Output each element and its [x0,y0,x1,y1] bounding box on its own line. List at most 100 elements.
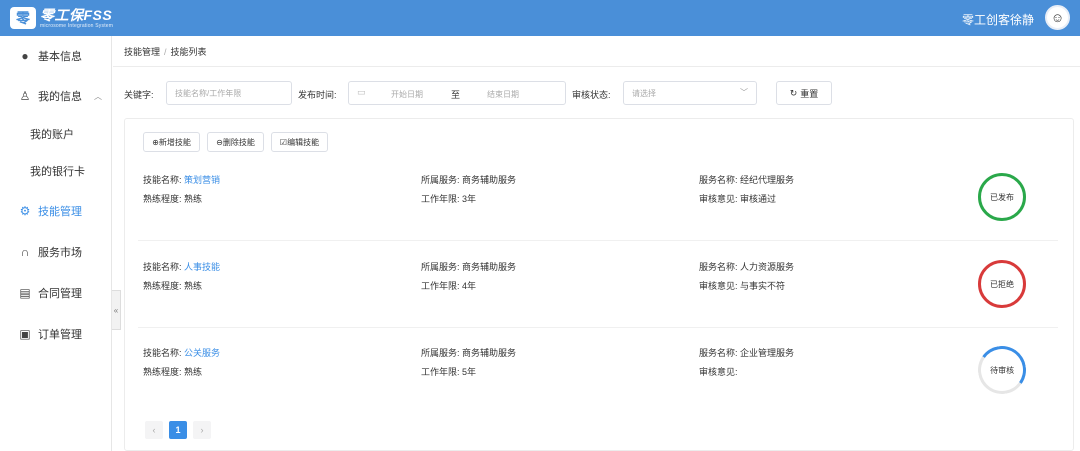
proficiency-value: 熟练 [184,194,203,204]
start-date-input[interactable]: 开始日期 [391,89,423,100]
sidebar-item-label: 我的账户 [30,129,74,141]
keyword-placeholder: 技能名称/工作年限 [175,88,242,98]
top-header: 零 零工保FSS microsome Integration System 零工… [0,0,1080,36]
proficiency-cell: 熟练程度: 熟练 [143,279,202,292]
service-name-label: 服务名称: [699,175,738,185]
pagination-next-button[interactable]: › [193,421,211,439]
years-value: 4年 [462,281,477,291]
sidebar-item-label: 我的信息 [38,91,82,103]
service-cell: 所属服务: 商务辅助服务 [421,173,516,186]
opinion-value: 与事实不符 [740,281,786,291]
keyword-input[interactable]: 技能名称/工作年限 [166,81,292,105]
sidebar-item-basic-info[interactable]: ● 基本信息 [0,38,112,74]
status-label: 已拒绝 [990,279,1014,289]
proficiency-label: 熟练程度: [143,367,182,377]
opinion-value: 审核通过 [740,194,777,204]
service-cell: 所属服务: 商务辅助服务 [421,346,516,359]
proficiency-value: 熟练 [184,281,203,291]
service-value: 商务辅助服务 [462,262,517,272]
breadcrumb-root[interactable]: 技能管理 [124,47,160,57]
logo-mark-icon: 零 [10,7,36,29]
sidebar-item-label: 服务市场 [38,247,82,259]
divider [113,66,1080,67]
reset-label: 重置 [800,88,819,99]
opinion-label: 审核意见: [699,367,738,377]
skill-name-link[interactable]: 公关服务 [184,348,220,358]
reset-button[interactable]: ↻ 重置 [776,81,832,105]
skill-name-label: 技能名称: [143,262,182,272]
breadcrumb: 技能管理 / 技能列表 [124,45,207,58]
gear-icon: ⚙ [19,204,31,218]
breadcrumb-separator: / [164,47,167,57]
status-badge-published: 已发布 [978,173,1026,221]
keyword-label: 关键字: [124,90,154,100]
sidebar-item-my-account[interactable]: 我的账户 [0,116,112,152]
proficiency-label: 熟练程度: [143,281,182,291]
skill-list-card [124,118,1074,451]
service-name-value: 企业管理服务 [740,348,795,358]
service-value: 商务辅助服务 [462,348,517,358]
years-cell: 工作年限: 4年 [421,279,476,292]
audit-status-select[interactable]: 请选择 ﹀ [623,81,757,105]
sidebar-item-label: 我的银行卡 [30,166,85,178]
service-name-cell: 服务名称: 企业管理服务 [699,346,794,359]
service-name-cell: 服务名称: 人力资源服务 [699,260,794,273]
skill-name-link[interactable]: 策划营销 [184,175,220,185]
status-label: 待审核 [990,365,1014,375]
sidebar-item-label: 基本信息 [38,51,82,63]
service-label: 所属服务: [421,262,460,272]
edit-skill-button[interactable]: ☑编辑技能 [271,132,328,152]
logo-title: 零工保FSS [40,6,113,23]
user-icon: ● [21,49,29,63]
audit-status-label: 审核状态: [572,90,611,100]
years-cell: 工作年限: 3年 [421,192,476,205]
years-label: 工作年限: [421,281,460,291]
date-range-separator: 至 [451,90,461,100]
skill-name-label: 技能名称: [143,348,182,358]
service-name-cell: 服务名称: 经纪代理服务 [699,173,794,186]
user-name[interactable]: 零工创客徐静 [962,11,1034,28]
sidebar-item-skill-management[interactable]: ⚙ 技能管理 [0,193,112,229]
opinion-cell: 审核意见: 与事实不符 [699,279,785,292]
proficiency-value: 熟练 [184,367,203,377]
years-label: 工作年限: [421,367,460,377]
service-cell: 所属服务: 商务辅助服务 [421,260,516,273]
date-range-picker[interactable]: ▭ 开始日期 至 结束日期 [348,81,566,105]
opinion-label: 审核意见: [699,281,738,291]
sidebar-collapse-button[interactable]: « [112,290,121,330]
sidebar-item-contract-management[interactable]: ▤ 合同管理 [0,275,112,311]
sidebar-item-my-bank-card[interactable]: 我的银行卡 [0,153,112,189]
audit-status-placeholder: 请选择 [632,88,656,98]
skill-name-cell: 技能名称: 公关服务 [143,346,220,359]
add-skill-button[interactable]: ⊕新增技能 [143,132,200,152]
end-date-input[interactable]: 结束日期 [487,89,519,100]
opinion-cell: 审核意见: 审核通过 [699,192,776,205]
delete-skill-button[interactable]: ⊖删除技能 [207,132,264,152]
pagination-prev-button[interactable]: ‹ [145,421,163,439]
user-avatar-icon[interactable]: ☺ [1045,5,1070,30]
list-icon: ▣ [19,327,31,341]
sidebar-item-label: 合同管理 [38,288,82,300]
sidebar-item-my-info[interactable]: ♙ 我的信息 ︿ [0,78,112,114]
proficiency-label: 熟练程度: [143,194,182,204]
opinion-cell: 审核意见: [699,365,738,378]
years-label: 工作年限: [421,194,460,204]
sidebar-item-service-market[interactable]: ∩ 服务市场 [0,234,112,270]
app-logo[interactable]: 零 零工保FSS microsome Integration System [10,5,113,31]
status-badge-rejected: 已拒绝 [978,260,1026,308]
calendar-icon: ▭ [357,87,366,97]
breadcrumb-current: 技能列表 [170,47,207,57]
chevron-up-icon: ︿ [94,91,102,101]
logo-subtitle: microsome Integration System [40,22,114,29]
person-outline-icon: ♙ [19,89,31,103]
publish-time-label: 发布时间: [298,90,337,100]
proficiency-cell: 熟练程度: 熟练 [143,192,202,205]
years-value: 3年 [462,194,477,204]
years-value: 5年 [462,367,477,377]
years-cell: 工作年限: 5年 [421,365,476,378]
sidebar-item-order-management[interactable]: ▣ 订单管理 [0,316,112,352]
service-value: 商务辅助服务 [462,175,517,185]
chevron-down-icon: ﹀ [740,88,748,97]
pagination-page-1[interactable]: 1 [169,421,187,439]
skill-name-link[interactable]: 人事技能 [184,262,220,272]
